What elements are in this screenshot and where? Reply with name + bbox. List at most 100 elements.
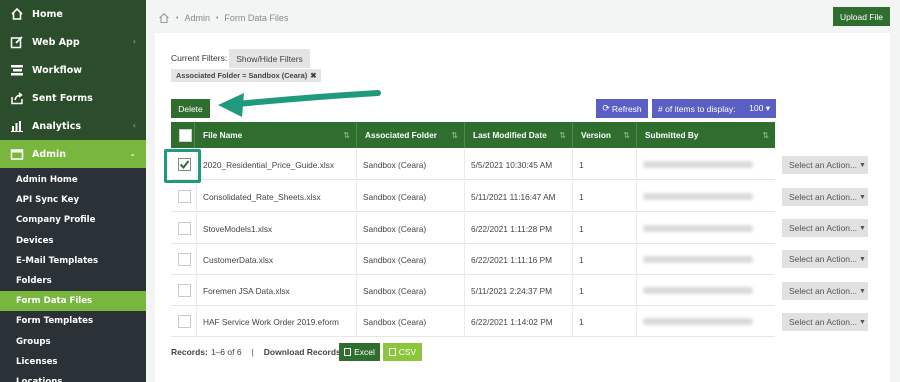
row-action-dropdown[interactable]: Select an Action... ▼ (782, 156, 868, 174)
redacted-value (643, 256, 753, 263)
sidebar-subitem-email-templates[interactable]: E-Mail Templates (0, 251, 146, 271)
row-checkbox[interactable] (178, 222, 191, 235)
items-per-page-value: 100 ▾ (749, 103, 770, 113)
version-cell: 1 (573, 244, 637, 275)
sidebar-item-label: Sent Forms (32, 92, 93, 104)
sidebar-subitem-api-sync-key[interactable]: API Sync Key (0, 190, 146, 210)
sidebar-subitem-form-templates[interactable]: Form Templates (0, 311, 146, 331)
folder-icon (10, 149, 24, 160)
column-header-associated-folder[interactable]: Associated Folder ⇅ (357, 122, 465, 148)
row-select-cell (171, 181, 197, 212)
select-all-checkbox[interactable] (179, 128, 192, 142)
submitted-by-cell (637, 306, 775, 337)
column-header-file-name[interactable]: File Name ⇅ (195, 122, 357, 148)
file-name-cell[interactable]: CustomerData.xlsx (197, 244, 357, 275)
breadcrumb-admin[interactable]: Admin (184, 13, 210, 23)
filter-tag: Associated Folder = Sandbox (Ceara) ✖ (171, 69, 322, 82)
table-row: HAF Service Work Order 2019.eform Sandbo… (171, 306, 775, 337)
row-checkbox[interactable] (178, 315, 191, 328)
bar-chart-icon (11, 121, 23, 132)
download-csv-button[interactable]: CSV (383, 343, 422, 361)
sidebar-item-home[interactable]: Home (0, 0, 146, 28)
refresh-button[interactable]: ⟳ Refresh (596, 99, 648, 118)
caret-down-icon: ▼ (859, 287, 866, 295)
table-row: StoveModels1.xlsx Sandbox (Ceara) 6/22/2… (171, 213, 775, 244)
caret-down-icon: ▼ (859, 255, 866, 263)
chevron-left-icon: ‹ (132, 37, 136, 46)
row-checkbox[interactable] (178, 284, 191, 297)
redacted-value (643, 287, 753, 294)
sidebar: Home Web App ‹ Workflow Sent Forms Analy… (0, 0, 146, 382)
sidebar-subitem-folders[interactable]: Folders (0, 271, 146, 291)
version-cell: 1 (573, 149, 637, 180)
file-name-cell[interactable]: HAF Service Work Order 2019.eform (197, 306, 357, 337)
breadcrumb-separator: • (176, 14, 179, 22)
download-excel-button[interactable]: Excel (339, 343, 380, 361)
show-hide-filters-button[interactable]: Show/Hide Filters (229, 49, 310, 68)
file-name-cell[interactable]: 2020_Residential_Price_Guide.xlsx (197, 149, 357, 180)
items-per-page-dropdown[interactable]: # of items to display: 100 ▾ (652, 99, 776, 118)
sidebar-subitem-licenses[interactable]: Licenses (0, 352, 146, 372)
sidebar-item-label: Web App (32, 36, 80, 48)
column-header-version[interactable]: Version ⇅ (573, 122, 637, 148)
submitted-by-cell (637, 244, 775, 275)
table-row: 2020_Residential_Price_Guide.xlsx Sandbo… (171, 149, 775, 180)
row-select-cell (171, 244, 197, 275)
refresh-label: Refresh (611, 103, 642, 114)
date-cell: 6/22/2021 1:11:16 PM (465, 244, 573, 275)
row-action-dropdown[interactable]: Select an Action... ▼ (782, 188, 868, 206)
select-all-cell (171, 122, 195, 148)
folder-cell: Sandbox (Ceara) (357, 181, 465, 212)
sidebar-item-sent-forms[interactable]: Sent Forms (0, 84, 146, 112)
delete-button[interactable]: Delete (171, 99, 210, 118)
submitted-by-cell (637, 213, 775, 244)
sidebar-item-admin[interactable]: Admin ⌄ (0, 140, 146, 168)
sidebar-subitem-form-data-files[interactable]: Form Data Files (0, 291, 146, 312)
sort-icon: ⇅ (559, 130, 566, 140)
sidebar-item-web-app[interactable]: Web App ‹ (0, 28, 146, 56)
file-name-cell[interactable]: Consolidated_Rate_Sheets.xlsx (197, 181, 357, 212)
home-icon (11, 7, 23, 20)
sidebar-subitem-admin-home[interactable]: Admin Home (0, 170, 146, 190)
annotation-highlight-box (164, 149, 201, 183)
csv-file-icon (388, 348, 396, 356)
redacted-value (643, 161, 753, 168)
sidebar-subitem-devices[interactable]: Devices (0, 231, 146, 251)
column-header-last-modified[interactable]: Last Modified Date ⇅ (465, 122, 573, 148)
row-action-dropdown[interactable]: Select an Action... ▼ (782, 219, 868, 237)
sort-icon: ⇅ (623, 130, 630, 140)
table-footer: Records: 1–6 of 6 | Download Records (171, 345, 341, 359)
sidebar-item-workflow[interactable]: Workflow (0, 56, 146, 84)
current-filters-label: Current Filters: (171, 53, 228, 63)
column-header-submitted-by[interactable]: Submitted By ⇅ (637, 122, 775, 148)
row-action-dropdown[interactable]: Select an Action... ▼ (782, 250, 868, 268)
breadcrumb-separator: • (215, 14, 219, 22)
submitted-by-cell (637, 149, 775, 180)
sort-icon: ⇅ (343, 130, 350, 140)
folder-cell: Sandbox (Ceara) (357, 244, 465, 275)
upload-file-button[interactable]: Upload File (833, 7, 890, 26)
sidebar-subitem-groups[interactable]: Groups (0, 332, 146, 352)
sidebar-subitem-company-profile[interactable]: Company Profile (0, 210, 146, 230)
folder-cell: Sandbox (Ceara) (357, 213, 465, 244)
table-row: CustomerData.xlsx Sandbox (Ceara) 6/22/2… (171, 244, 775, 275)
row-action-dropdown[interactable]: Select an Action... ▼ (782, 313, 868, 331)
download-records-label: Download Records (263, 347, 341, 357)
home-icon[interactable] (158, 12, 170, 24)
sort-icon: ⇅ (451, 130, 458, 140)
version-cell: 1 (573, 275, 637, 306)
table-row: Consolidated_Rate_Sheets.xlsx Sandbox (C… (171, 181, 775, 212)
sidebar-subitem-locations[interactable]: Locations (0, 372, 146, 382)
remove-filter-icon[interactable]: ✖ (310, 71, 316, 80)
sidebar-item-analytics[interactable]: Analytics ‹ (0, 112, 146, 140)
row-checkbox[interactable] (178, 190, 191, 203)
file-name-cell[interactable]: Foremen JSA Data.xlsx (197, 275, 357, 306)
file-name-cell[interactable]: StoveModels1.xlsx (197, 213, 357, 244)
submitted-by-cell (637, 275, 775, 306)
filter-tag-label: Associated Folder = Sandbox (Ceara) (176, 71, 308, 80)
date-cell: 5/5/2021 10:30:45 AM (465, 149, 573, 180)
excel-file-icon (344, 348, 352, 356)
workflow-icon (11, 65, 23, 76)
row-checkbox[interactable] (178, 253, 191, 266)
row-action-dropdown[interactable]: Select an Action... ▼ (782, 282, 868, 300)
